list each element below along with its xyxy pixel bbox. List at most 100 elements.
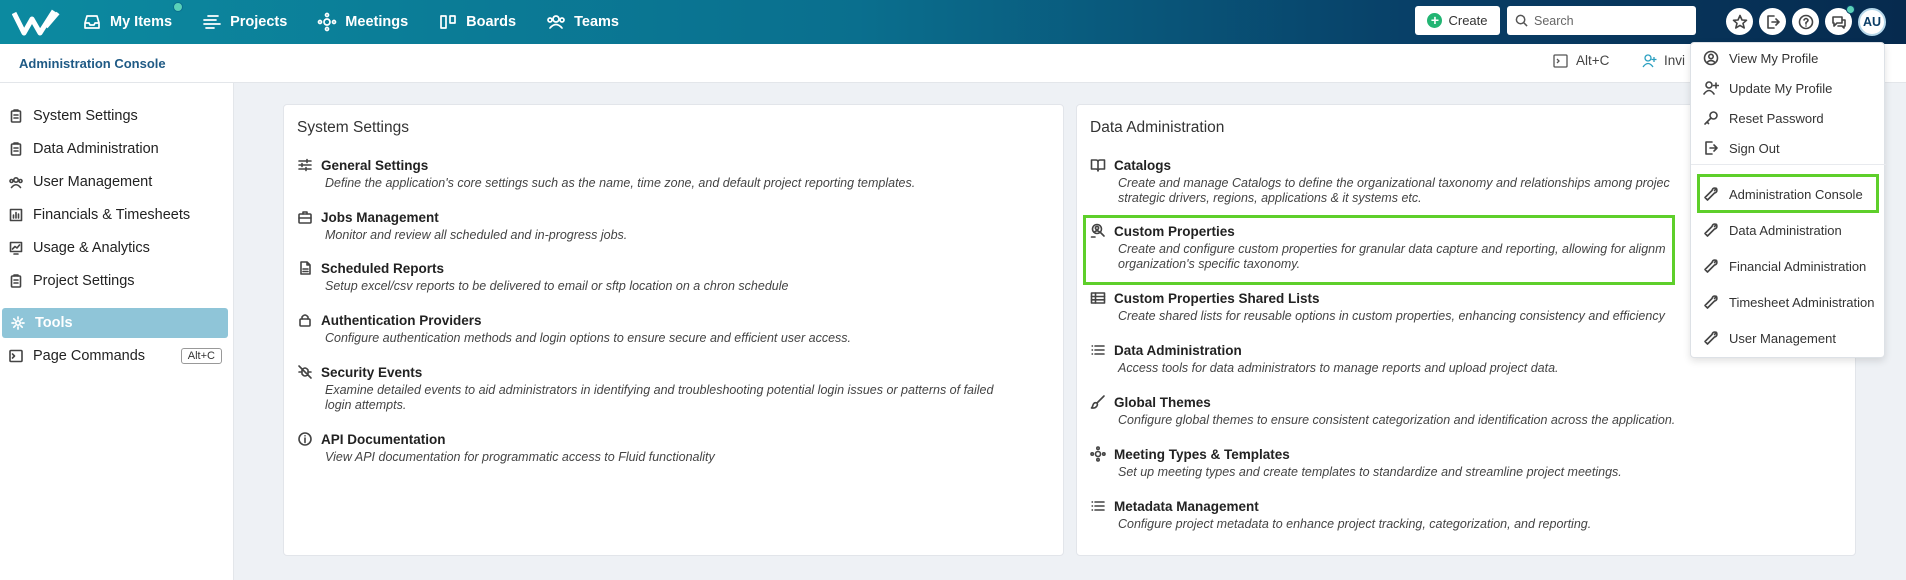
menu-item-update-profile[interactable]: Update My Profile [1703,80,1832,96]
card-title: Data Administration [1090,119,1225,136]
invite-label: Invi [1664,53,1686,68]
menu-item-label: Financial Administration [1729,258,1867,274]
entry-scheduled-reports[interactable]: Scheduled Reports Setup excel/csv report… [297,260,788,294]
list-icon [1091,345,1105,355]
inbox-icon [84,15,100,29]
nav-label: Boards [466,14,517,30]
sidebar-item-label: User Management [33,174,153,190]
sidebar-item-usage-analytics[interactable]: Usage & Analytics [0,233,234,263]
menu-item-timesheet-administration[interactable]: Timesheet Administration [1703,294,1874,310]
entry-meeting-types-templates[interactable]: Meeting Types & Templates Set up meeting… [1090,446,1622,480]
create-label: Create [1448,13,1488,28]
sidebar-item-user-management[interactable]: User Management [0,167,234,197]
boards-icon [440,15,456,29]
app-logo[interactable] [12,7,60,37]
entry-catalogs[interactable]: Catalogs Create and manage Catalogs to d… [1090,157,1670,206]
nav-boards[interactable]: Boards [438,12,516,32]
chat-icon [1831,15,1846,29]
sidebar-item-data-administration[interactable]: Data Administration [0,134,234,164]
entry-description: View API documentation for programmatic … [325,450,715,464]
entry-description: Create shared lists for reusable options… [1118,309,1665,323]
entry-data-administration[interactable]: Data Administration Access tools for dat… [1090,342,1559,376]
menu-item-user-management[interactable]: User Management [1703,330,1836,346]
menu-item-data-administration[interactable]: Data Administration [1703,222,1842,238]
entry-description: Configure authentication methods and log… [325,331,852,345]
menu-item-label: Update My Profile [1729,80,1833,96]
meetings-icon [317,12,337,32]
nav-my-items[interactable]: My Items [82,2,184,32]
teams-icon [547,15,565,29]
entry-title: Metadata Management [1114,498,1259,514]
entry-title: Authentication Providers [321,312,482,328]
menu-item-view-profile[interactable]: View My Profile [1703,50,1818,66]
help-button[interactable] [1792,8,1819,35]
sidebar-item-tools[interactable]: Tools [2,308,228,338]
entry-description: Access tools for data administrators to … [1118,361,1559,375]
entry-general-settings[interactable]: General Settings Define the application'… [297,157,915,191]
notification-dot [1846,5,1855,14]
search-icon [1515,14,1528,27]
sidebar-item-financials[interactable]: Financials & Timesheets [0,200,234,230]
entry-title: General Settings [321,157,429,173]
nav-label: My Items [110,14,173,30]
entry-title: Security Events [321,364,423,380]
key-icon [1704,111,1718,125]
avatar[interactable]: AU [1858,8,1886,36]
gear-icon [11,316,25,330]
top-icon-group: AU [1726,5,1886,36]
entry-description-line2: strategic drivers, regions, applications… [1118,191,1422,205]
invite-button[interactable]: Invi [1642,53,1685,68]
entry-description: Define the application's core settings s… [325,176,916,190]
invite-users-icon [1642,53,1657,67]
entry-title: Global Themes [1114,394,1211,410]
sliders-icon [298,158,312,172]
entry-title: Data Administration [1114,342,1242,358]
entry-security-events[interactable]: Security Events Examine detailed events … [297,364,993,413]
page-commands-shortcut[interactable]: Alt+C [1553,53,1609,68]
menu-item-label: Sign Out [1729,140,1780,156]
nav-projects[interactable]: Projects [202,12,287,32]
sidebar-item-system-settings[interactable]: System Settings [0,101,234,131]
sidebar-item-page-commands[interactable]: Page Commands Alt+C [0,341,234,371]
entry-global-themes[interactable]: Global Themes Configure global themes to… [1090,394,1675,428]
star-icon [1732,14,1747,29]
administration-console-highlight [1697,174,1879,213]
table-icon [1090,292,1106,304]
entry-metadata-management[interactable]: Metadata Management Configure project me… [1090,498,1591,532]
menu-item-reset-password[interactable]: Reset Password [1703,110,1824,126]
exit-icon [1766,14,1780,29]
chat-button[interactable] [1825,5,1855,35]
bug-off-icon [298,365,312,379]
nav-teams[interactable]: Teams [546,12,619,32]
wrench-icon [1704,331,1718,345]
entry-authentication-providers[interactable]: Authentication Providers Configure authe… [297,312,851,346]
entry-title: Jobs Management [321,209,439,225]
nav-meetings[interactable]: Meetings [317,12,408,32]
projects-icon [203,15,221,29]
book-icon [1090,159,1106,172]
favorites-button[interactable] [1726,8,1753,35]
users-icon [9,176,23,189]
entry-custom-properties-shared-lists[interactable]: Custom Properties Shared Lists Create sh… [1090,290,1665,324]
exit-button[interactable] [1759,8,1786,35]
menu-item-label: Data Administration [1729,222,1842,238]
sidebar-item-label: Financials & Timesheets [33,207,191,223]
notification-dot [173,2,184,12]
entry-jobs-management[interactable]: Jobs Management Monitor and review all s… [297,209,627,243]
search-input[interactable] [1534,13,1684,28]
sidebar-item-project-settings[interactable]: Project Settings [0,266,234,296]
menu-item-sign-out[interactable]: Sign Out [1703,140,1780,156]
entry-description: Configure project metadata to enhance pr… [1118,517,1592,531]
clipboard-icon [10,142,22,156]
menu-item-label: Reset Password [1729,110,1824,126]
brush-icon [1090,395,1105,409]
top-navigation-bar: My Items Projects Meetings Boards Teams … [0,0,1906,44]
entry-api-documentation[interactable]: API Documentation View API documentation… [297,431,715,465]
sign-out-icon [1705,141,1718,155]
analytics-icon [9,241,23,255]
wrench-icon [1704,259,1718,273]
shortcut-label: Alt+C [1576,53,1610,68]
menu-item-financial-administration[interactable]: Financial Administration [1703,258,1866,274]
user-circle-icon [1703,50,1719,66]
create-button[interactable]: + Create [1415,6,1500,35]
